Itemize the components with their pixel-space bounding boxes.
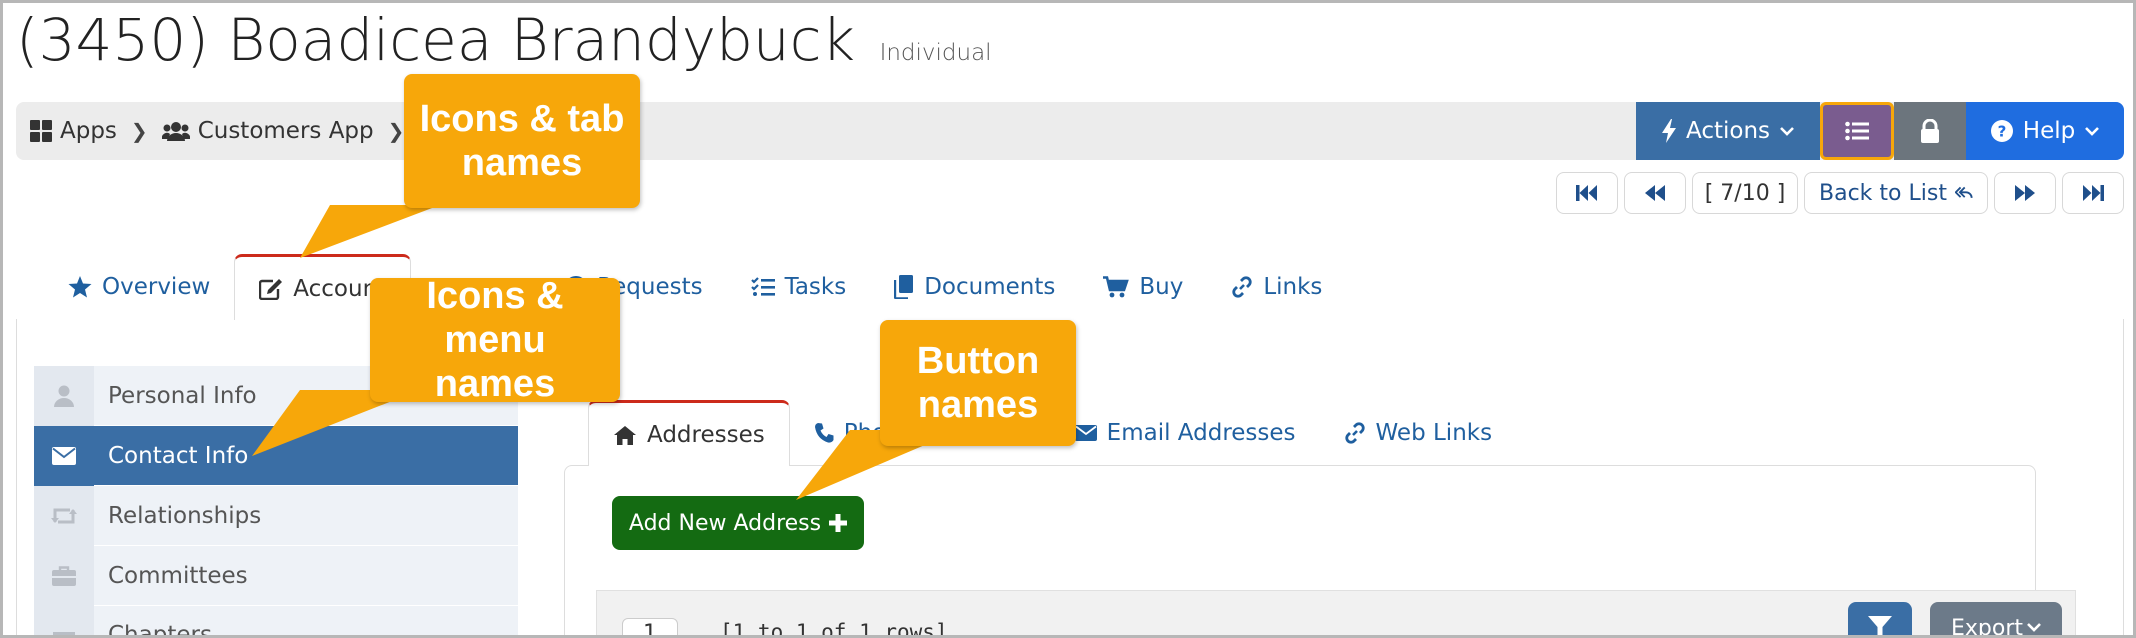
callout-button-text: Button names: [916, 340, 1040, 426]
callout-icons-tab-names: Icons & tab names: [404, 74, 640, 208]
callout-menu-text: Icons & menu names: [426, 275, 564, 405]
callout-tabs-text: Icons & tab names: [419, 98, 625, 184]
callout-tabs-pointer: [252, 205, 960, 500]
callout-icons-menu-names: Icons & menu names: [370, 275, 620, 405]
callout-button-names: Button names: [880, 320, 1076, 446]
